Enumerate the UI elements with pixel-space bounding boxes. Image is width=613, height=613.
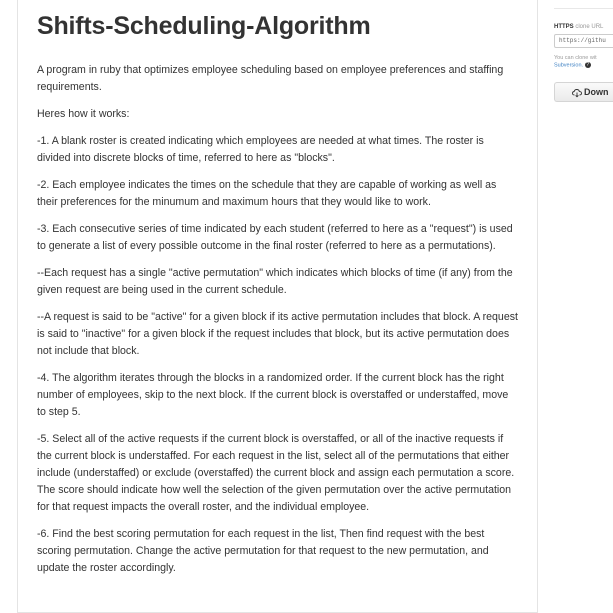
readme-paragraph: --Each request has a single "active perm… <box>37 267 513 296</box>
download-zip-button[interactable]: Down <box>554 82 613 102</box>
clone-help-text: You can clone wit Subversion. ? <box>554 55 597 69</box>
clone-url-label: HTTPS clone URL <box>554 24 603 30</box>
clone-url-text: clone URL <box>575 24 604 30</box>
readme-paragraph: A program in ruby that optimizes employe… <box>37 64 504 93</box>
readme-panel: Shifts-Scheduling-Algorithm A program in… <box>17 0 538 613</box>
readme-paragraph: Heres how it works: <box>37 108 130 120</box>
sidebar-divider <box>554 0 613 9</box>
subversion-link[interactable]: Subversion. <box>554 62 583 68</box>
repository-sidebar: HTTPS clone URL https://githu You can cl… <box>554 0 613 613</box>
clone-help-prefix: You can clone wit <box>554 55 597 61</box>
clone-url-input[interactable]: https://githu <box>554 34 613 48</box>
download-cloud-icon <box>572 88 582 98</box>
repository-page: Shifts-Scheduling-Algorithm A program in… <box>0 0 613 613</box>
question-circle-icon[interactable]: ? <box>584 62 591 68</box>
readme-paragraph: -6. Find the best scoring permutation fo… <box>37 528 489 574</box>
readme-paragraph: -5. Select all of the active requests if… <box>37 433 515 513</box>
readme-paragraph: --A request is said to be "active" for a… <box>37 311 518 357</box>
readme-paragraph: -2. Each employee indicates the times on… <box>37 179 497 208</box>
readme-paragraph: -1. A blank roster is created indicating… <box>37 135 484 164</box>
clone-protocol-label[interactable]: HTTPS <box>554 24 574 30</box>
download-button-label: Down <box>584 87 609 97</box>
readme-title: Shifts-Scheduling-Algorithm <box>37 12 371 40</box>
readme-paragraph: -3. Each consecutive series of time indi… <box>37 223 513 252</box>
readme-paragraph: -4. The algorithm iterates through the b… <box>37 372 509 418</box>
